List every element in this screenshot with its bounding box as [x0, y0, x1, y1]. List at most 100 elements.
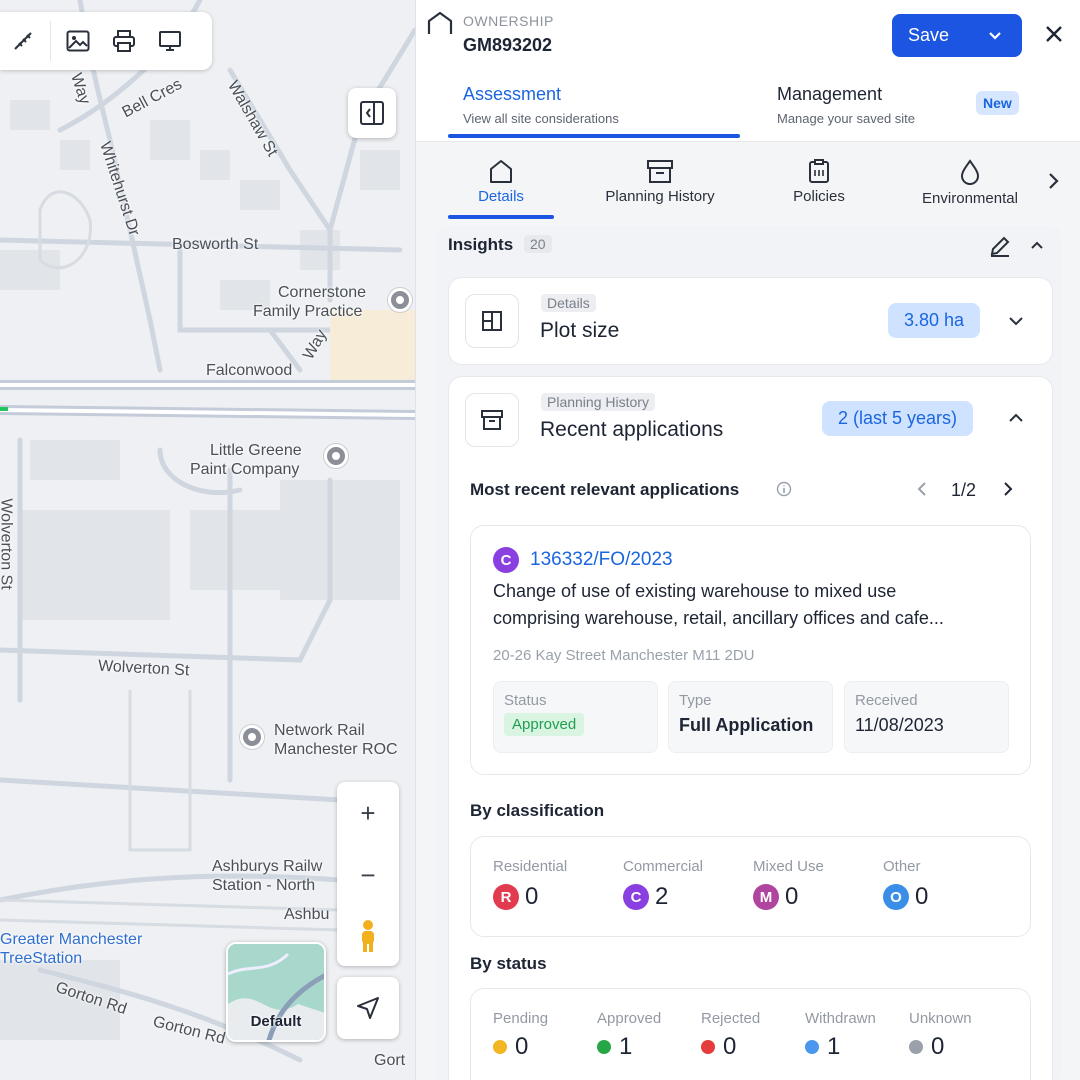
- map-label-cornerstone: Cornerstone: [278, 284, 367, 301]
- type-label: Type: [679, 692, 712, 709]
- map-label-network-rail: Network Rail: [274, 722, 365, 739]
- save-button[interactable]: Save: [892, 14, 1022, 57]
- chevron-right-icon[interactable]: [1000, 480, 1016, 498]
- map-label-falconwood: Falconwood: [206, 362, 293, 379]
- classification-label: Commercial: [623, 858, 704, 875]
- print-icon[interactable]: [101, 18, 147, 64]
- insights-title: Insights: [448, 235, 514, 254]
- zoom-controls: + −: [337, 782, 399, 966]
- tab-assessment[interactable]: Assessment View all site considerations: [463, 84, 619, 126]
- map-label-family-practice: Family Practice: [253, 303, 363, 320]
- chevron-down-icon[interactable]: [986, 26, 1004, 44]
- classification-count: 0: [915, 883, 929, 910]
- chevron-up-icon[interactable]: [1006, 408, 1026, 428]
- status-item-label: Approved: [597, 1010, 662, 1027]
- archive-icon: [647, 160, 673, 183]
- plot-category-tag: Details: [541, 294, 596, 312]
- poi-marker-icon[interactable]: [388, 288, 412, 312]
- chevron-up-icon[interactable]: [1028, 236, 1046, 254]
- navigation-arrow-icon: [357, 997, 379, 1019]
- measure-tool-icon[interactable]: [0, 18, 46, 64]
- ownership-id: GM893202: [463, 35, 553, 55]
- commercial-badge-icon: C: [493, 547, 519, 573]
- status-count: 1: [619, 1033, 633, 1060]
- classification-count: 0: [785, 883, 799, 910]
- status-count: 0: [723, 1033, 737, 1060]
- map-label-little-greene: Little Greene: [210, 442, 302, 459]
- tab-assessment-title: Assessment: [463, 84, 562, 104]
- application-description-line2: comprising warehouse, retail, ancillary …: [493, 608, 944, 628]
- planning-icon-box: [465, 393, 519, 447]
- zoom-out-button[interactable]: −: [337, 844, 399, 906]
- info-icon[interactable]: [776, 481, 792, 497]
- status-label: Status: [504, 692, 547, 709]
- subnav-policies[interactable]: Policies: [779, 158, 859, 205]
- home-icon: [427, 11, 453, 34]
- chevron-left-icon[interactable]: [914, 480, 930, 498]
- insights-count-badge: 20: [524, 235, 552, 253]
- map-label-manchester-roc: Manchester ROC: [274, 741, 398, 758]
- chevron-right-icon[interactable]: [1044, 170, 1062, 192]
- received-label: Received: [855, 692, 918, 709]
- subnav-details[interactable]: Details: [456, 158, 546, 205]
- locate-me-button[interactable]: [337, 977, 399, 1039]
- clipboard-icon: [809, 159, 829, 183]
- close-icon[interactable]: [1042, 22, 1066, 46]
- street-view-pegman-icon[interactable]: [337, 906, 399, 966]
- classification-other: Other O 0: [883, 858, 928, 911]
- home-icon: [490, 160, 512, 183]
- new-badge: New: [976, 91, 1019, 115]
- toggle-panel-button[interactable]: [348, 88, 396, 138]
- image-icon[interactable]: [55, 18, 101, 64]
- map-label-paint-company: Paint Company: [190, 461, 300, 478]
- subnav-planning-history-label: Planning History: [605, 188, 715, 205]
- layout-icon: [482, 311, 502, 331]
- panel-toggle-icon: [360, 101, 384, 125]
- poi-marker-icon[interactable]: [324, 444, 348, 468]
- status-item-label: Withdrawn: [805, 1010, 876, 1027]
- tab-management-title: Management: [777, 84, 883, 104]
- status-count: 1: [827, 1033, 841, 1060]
- status-unknown: Unknown 0: [909, 1010, 972, 1061]
- classification-commercial: Commercial C 2: [623, 858, 703, 911]
- site-panel: OWNERSHIP GM893202 Save Assessment View …: [415, 0, 1080, 1080]
- tab-assessment-subtitle: View all site considerations: [463, 111, 619, 126]
- subnav-environmental-label: Environmental: [922, 190, 1018, 207]
- recent-applications-heading: Most recent relevant applications: [470, 480, 740, 499]
- save-button-label: Save: [908, 25, 950, 45]
- ownership-label: OWNERSHIP: [463, 13, 554, 29]
- monitor-icon[interactable]: [147, 18, 193, 64]
- map-toolbar: [0, 12, 212, 70]
- basemap-label: Default: [250, 1013, 302, 1030]
- pagination-indicator: 1/2: [951, 480, 977, 500]
- map-label-greater-manchester: Greater Manchester: [0, 931, 143, 948]
- subnav-environmental[interactable]: Environmental: [914, 158, 1026, 207]
- tab-management[interactable]: Management Manage your saved site: [777, 84, 915, 126]
- application-address: 20-26 Kay Street Manchester M11 2DU: [493, 647, 755, 664]
- recent-applications-count: 2 (last 5 years): [822, 401, 974, 436]
- zoom-in-button[interactable]: +: [337, 782, 399, 844]
- subnav-planning-history[interactable]: Planning History: [592, 158, 728, 205]
- status-count: 0: [515, 1033, 529, 1060]
- edit-pencil-icon[interactable]: [988, 234, 1012, 258]
- chevron-down-icon[interactable]: [1006, 311, 1026, 331]
- application-status-field: Status Approved: [493, 681, 658, 753]
- classification-count: 0: [525, 883, 539, 910]
- classification-label: Residential: [493, 858, 568, 875]
- classification-label: Other: [883, 858, 921, 875]
- recent-applications-title: Recent applications: [540, 418, 724, 441]
- application-received-field: Received 11/08/2023: [844, 681, 1009, 753]
- map-label-ashbu: Ashbu: [284, 906, 330, 923]
- basemap-switcher[interactable]: Default: [226, 942, 326, 1042]
- poi-marker-icon[interactable]: [240, 725, 264, 749]
- planning-category-tag: Planning History: [541, 393, 655, 411]
- received-value: 11/08/2023: [855, 715, 944, 735]
- application-description-line1: Change of use of existing warehouse to m…: [493, 581, 897, 601]
- application-reference-link[interactable]: 136332/FO/2023: [530, 549, 673, 571]
- map-view[interactable]: Bell Cres Walshaw St Whitehurst Dr Way B…: [0, 0, 415, 1080]
- classification-label: Mixed Use: [753, 858, 824, 875]
- map-label-station-north: Station - North: [212, 877, 316, 894]
- status-pending: Pending 0: [493, 1010, 548, 1061]
- map-label-ashburys-railw: Ashburys Railw: [212, 858, 323, 875]
- type-value: Full Application: [679, 715, 814, 735]
